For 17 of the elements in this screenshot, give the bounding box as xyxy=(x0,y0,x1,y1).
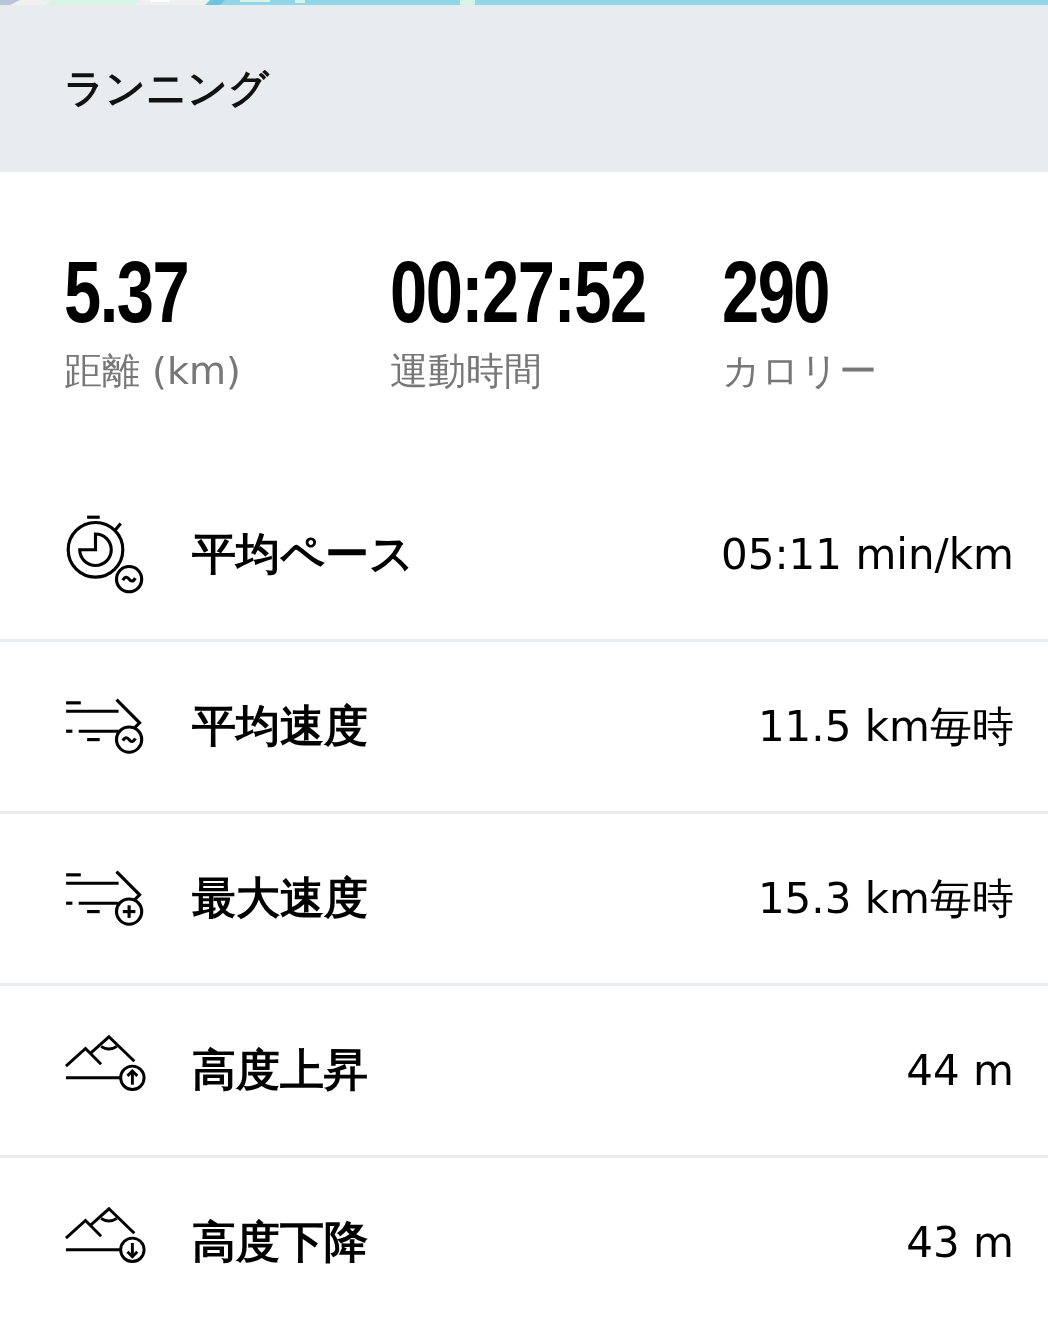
metric-label: 高度上昇 xyxy=(192,1043,368,1097)
stat-value: 290 xyxy=(722,248,830,336)
stat-label: カロリー xyxy=(722,348,877,395)
metric-value: 43 m xyxy=(906,1218,1014,1267)
metric-value: 11.5 km毎時 xyxy=(757,700,1014,753)
metric-label: 平均ペース xyxy=(192,527,414,581)
stat-value: 00:27:52 xyxy=(390,248,646,336)
stat-label: 運動時間 xyxy=(390,348,542,395)
metric-label: 平均速度 xyxy=(192,699,368,753)
metric-value: 15.3 km毎時 xyxy=(757,872,1014,925)
metric-value: 05:11 min/km xyxy=(721,530,1014,579)
metric-value: 44 m xyxy=(906,1046,1014,1095)
stat-label: 距離 (km) xyxy=(64,348,241,395)
metric-label: 高度下降 xyxy=(192,1215,368,1269)
activity-title: ランニング xyxy=(64,64,269,113)
stat-value: 5.37 xyxy=(64,248,189,336)
metric-label: 最大速度 xyxy=(192,871,368,925)
